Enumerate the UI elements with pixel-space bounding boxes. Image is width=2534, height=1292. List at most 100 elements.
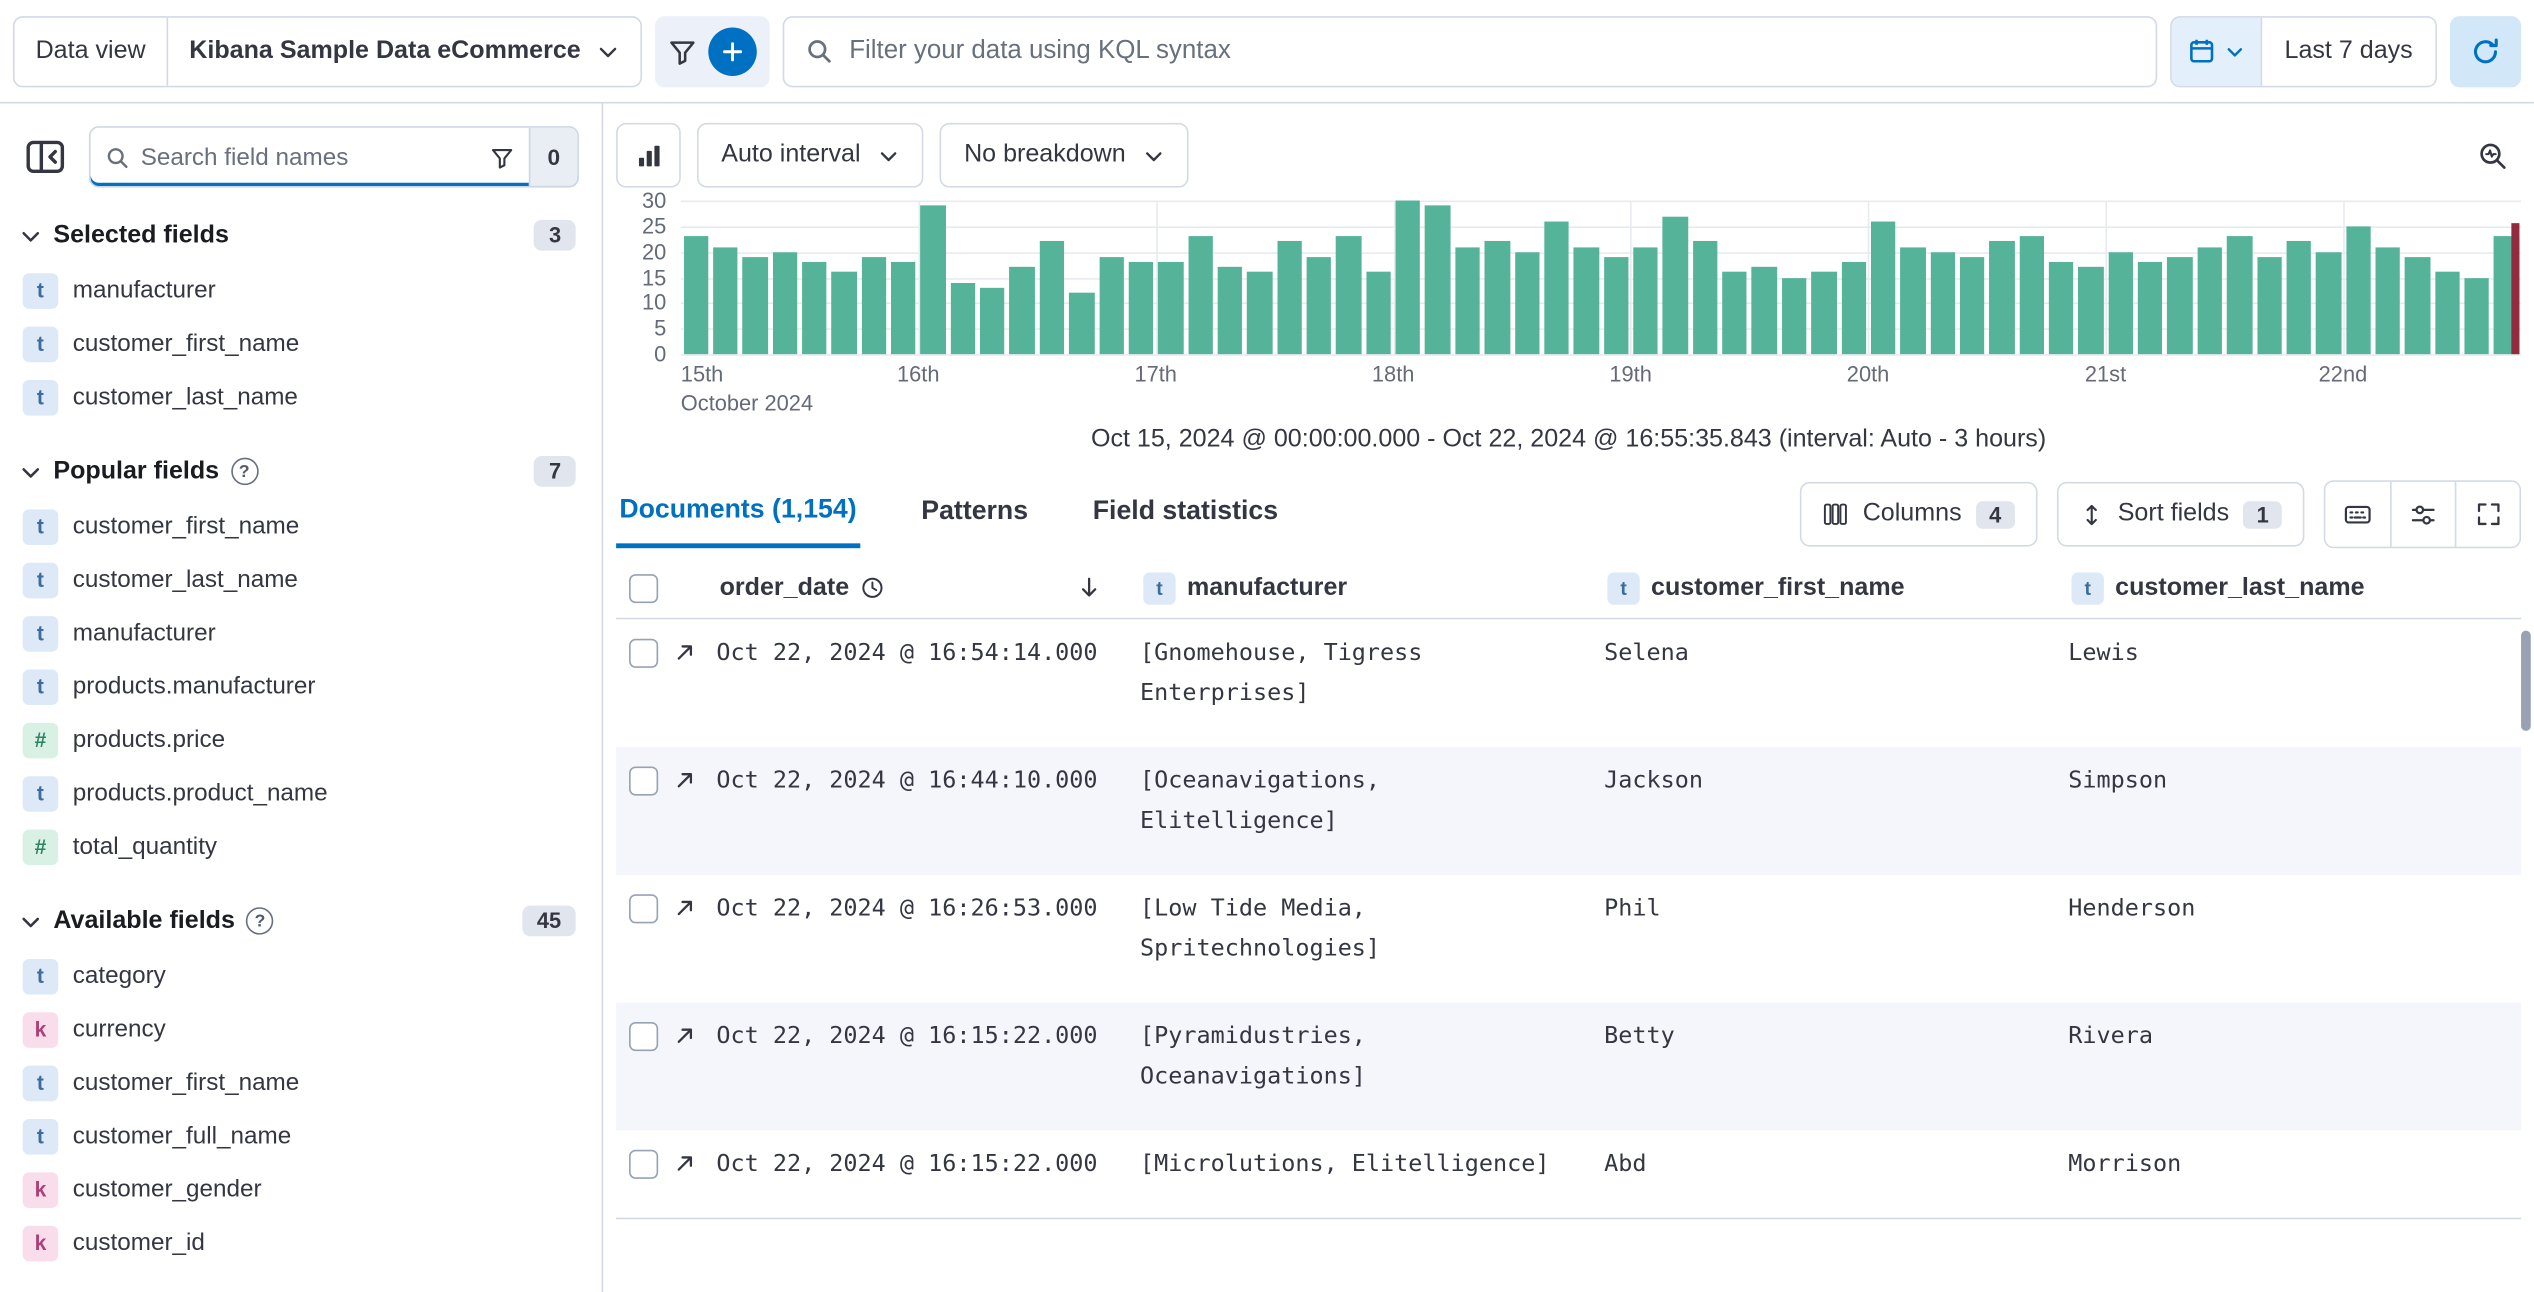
cell-manufacturer[interactable]: [Pyramidustries, Oceanavigations] xyxy=(1137,1017,1601,1098)
row-checkbox[interactable] xyxy=(629,1022,659,1052)
vertical-scrollbar-thumb[interactable] xyxy=(2521,630,2531,731)
cell-order-date[interactable]: Oct 22, 2024 @ 16:26:53.000 xyxy=(713,889,1137,970)
chart-options-button[interactable] xyxy=(2463,126,2521,184)
field-item-customer-first-name[interactable]: t customer_first_name xyxy=(16,1056,579,1109)
field-item-customer-id[interactable]: k customer_id xyxy=(16,1216,579,1269)
interval-dropdown[interactable]: Auto interval xyxy=(696,122,924,188)
cell-order-date[interactable]: Oct 22, 2024 @ 16:54:14.000 xyxy=(713,634,1137,715)
kql-search-bar[interactable] xyxy=(782,15,2157,87)
field-item-manufacturer[interactable]: t manufacturer xyxy=(16,264,579,317)
keyword-field-type-icon: k xyxy=(22,1171,59,1208)
field-item-customer-gender[interactable]: k customer_gender xyxy=(16,1163,579,1216)
cell-manufacturer[interactable]: [Low Tide Media, Spritechnologies] xyxy=(1137,889,1601,970)
time-range-button[interactable]: Last 7 days xyxy=(2261,16,2436,85)
expand-document-button[interactable] xyxy=(673,1024,697,1048)
sort-fields-button[interactable]: Sort fields 1 xyxy=(2056,481,2305,547)
field-item-customer-first-name[interactable]: t customer_first_name xyxy=(16,317,579,370)
cell-customer-last-name[interactable]: Henderson xyxy=(2065,889,2521,970)
add-filter-button[interactable] xyxy=(708,26,758,76)
field-item-manufacturer[interactable]: t manufacturer xyxy=(16,606,579,659)
column-header-manufacturer[interactable]: t manufacturer xyxy=(1137,571,1601,604)
field-item-customer-last-name[interactable]: t customer_last_name xyxy=(16,553,579,606)
field-filter-button[interactable] xyxy=(475,128,528,186)
cell-order-date[interactable]: Oct 22, 2024 @ 16:15:22.000 xyxy=(713,1145,1137,1185)
quick-select-date-button[interactable] xyxy=(2171,16,2262,85)
keyboard-shortcuts-button[interactable] xyxy=(2325,481,2391,547)
collapse-sidebar-button[interactable] xyxy=(16,128,74,186)
row-checkbox[interactable] xyxy=(629,1149,659,1179)
expand-document-button[interactable] xyxy=(673,1151,697,1175)
column-header-order-date[interactable]: order_date xyxy=(713,573,1137,602)
column-header-customer-first-name[interactable]: t customer_first_name xyxy=(1601,571,2065,604)
cell-customer-last-name[interactable]: Morrison xyxy=(2065,1145,2521,1185)
field-item-total-quantity[interactable]: # total_quantity xyxy=(16,820,579,873)
select-all-checkbox[interactable] xyxy=(629,573,659,603)
row-checkbox[interactable] xyxy=(629,766,659,796)
help-icon[interactable]: ? xyxy=(230,457,258,486)
table-header-row: order_date t manufacturer t customer_fir… xyxy=(616,558,2522,620)
column-header-customer-last-name[interactable]: t customer_last_name xyxy=(2065,571,2521,604)
expand-document-button[interactable] xyxy=(673,768,697,792)
field-item-category[interactable]: t category xyxy=(16,949,579,1002)
cell-customer-last-name[interactable]: Lewis xyxy=(2065,634,2521,715)
row-checkbox[interactable] xyxy=(629,638,659,668)
filter-button[interactable] xyxy=(668,36,697,65)
field-item-products-product-name[interactable]: t products.product_name xyxy=(16,767,579,820)
refresh-button[interactable] xyxy=(2449,15,2522,87)
cell-customer-first-name[interactable]: Betty xyxy=(1601,1017,2065,1098)
field-item-customer-first-name[interactable]: t customer_first_name xyxy=(16,500,579,553)
filter-icon xyxy=(491,148,513,168)
field-item-currency[interactable]: k currency xyxy=(16,1003,579,1056)
field-item-customer-full-name[interactable]: t customer_full_name xyxy=(16,1109,579,1162)
table-row: Oct 22, 2024 @ 16:26:53.000 [Low Tide Me… xyxy=(616,875,2521,1003)
cell-order-date[interactable]: Oct 22, 2024 @ 16:15:22.000 xyxy=(713,1017,1137,1098)
cell-manufacturer[interactable]: [Microlutions, Elitelligence] xyxy=(1137,1145,1601,1185)
tab-patterns[interactable]: Patterns xyxy=(918,484,1031,545)
breakdown-dropdown[interactable]: No breakdown xyxy=(939,122,1189,188)
cell-customer-last-name[interactable]: Simpson xyxy=(2065,762,2521,843)
expand-document-button[interactable] xyxy=(673,640,697,664)
columns-button[interactable]: Columns 4 xyxy=(1799,481,2037,547)
cell-order-date[interactable]: Oct 22, 2024 @ 16:44:10.000 xyxy=(713,762,1137,843)
text-field-type-icon: t xyxy=(1143,571,1176,604)
text-field-type-icon: t xyxy=(22,1064,59,1101)
tab-documents[interactable]: Documents (1,154) xyxy=(616,481,860,548)
chevron-down-icon xyxy=(22,916,40,927)
field-search-input[interactable] xyxy=(140,143,476,171)
popular-fields-section-header[interactable]: Popular fields ? 7 xyxy=(19,456,576,487)
fullscreen-button[interactable] xyxy=(2454,481,2520,547)
data-view-selector[interactable]: Kibana Sample Data eCommerce xyxy=(168,17,640,85)
keyword-field-type-icon: k xyxy=(22,1011,59,1048)
documents-table: order_date t manufacturer t customer_fir… xyxy=(616,558,2522,1220)
tab-field-statistics[interactable]: Field statistics xyxy=(1090,484,1282,545)
help-icon[interactable]: ? xyxy=(246,907,274,935)
display-options-button[interactable] xyxy=(2390,481,2455,547)
cell-manufacturer[interactable]: [Gnomehouse, Tigress Enterprises] xyxy=(1137,634,1601,715)
discover-main-panel: Auto interval No breakdown 30 25 20 15 10 5 0 … xyxy=(603,103,2534,1292)
cell-manufacturer[interactable]: [Oceanavigations, Elitelligence] xyxy=(1137,762,1601,843)
keyboard-icon xyxy=(2344,505,2371,524)
edit-visualization-button[interactable] xyxy=(616,122,681,188)
field-item-products-price[interactable]: # products.price xyxy=(16,713,579,766)
cell-customer-last-name[interactable]: Rivera xyxy=(2065,1017,2521,1098)
field-count-badge: 3 xyxy=(534,219,576,251)
text-field-type-icon: t xyxy=(1607,571,1640,604)
chevron-down-icon xyxy=(881,151,897,161)
cell-customer-first-name[interactable]: Abd xyxy=(1601,1145,2065,1185)
sort-descending-icon[interactable] xyxy=(1077,576,1101,600)
kql-search-input[interactable] xyxy=(849,36,2135,66)
cell-customer-first-name[interactable]: Selena xyxy=(1601,634,2065,715)
selected-fields-section-header[interactable]: Selected fields 3 xyxy=(19,219,576,251)
date-picker-control: Last 7 days xyxy=(2169,15,2437,87)
field-item-customer-last-name[interactable]: t customer_last_name xyxy=(16,370,579,423)
cell-customer-first-name[interactable]: Jackson xyxy=(1601,762,2065,843)
tabs-and-toolbar-row: Documents (1,154) Patterns Field statist… xyxy=(616,477,2522,551)
field-item-products-manufacturer[interactable]: t products.manufacturer xyxy=(16,660,579,713)
cell-customer-first-name[interactable]: Phil xyxy=(1601,889,2065,970)
histogram-chart[interactable]: 30 25 20 15 10 5 0 xyxy=(616,188,2522,366)
available-fields-section-header[interactable]: Available fields ? 45 xyxy=(19,905,576,937)
expand-document-button[interactable] xyxy=(673,896,697,920)
search-icon xyxy=(808,40,831,63)
text-field-type-icon: t xyxy=(22,775,59,811)
row-checkbox[interactable] xyxy=(629,894,659,924)
